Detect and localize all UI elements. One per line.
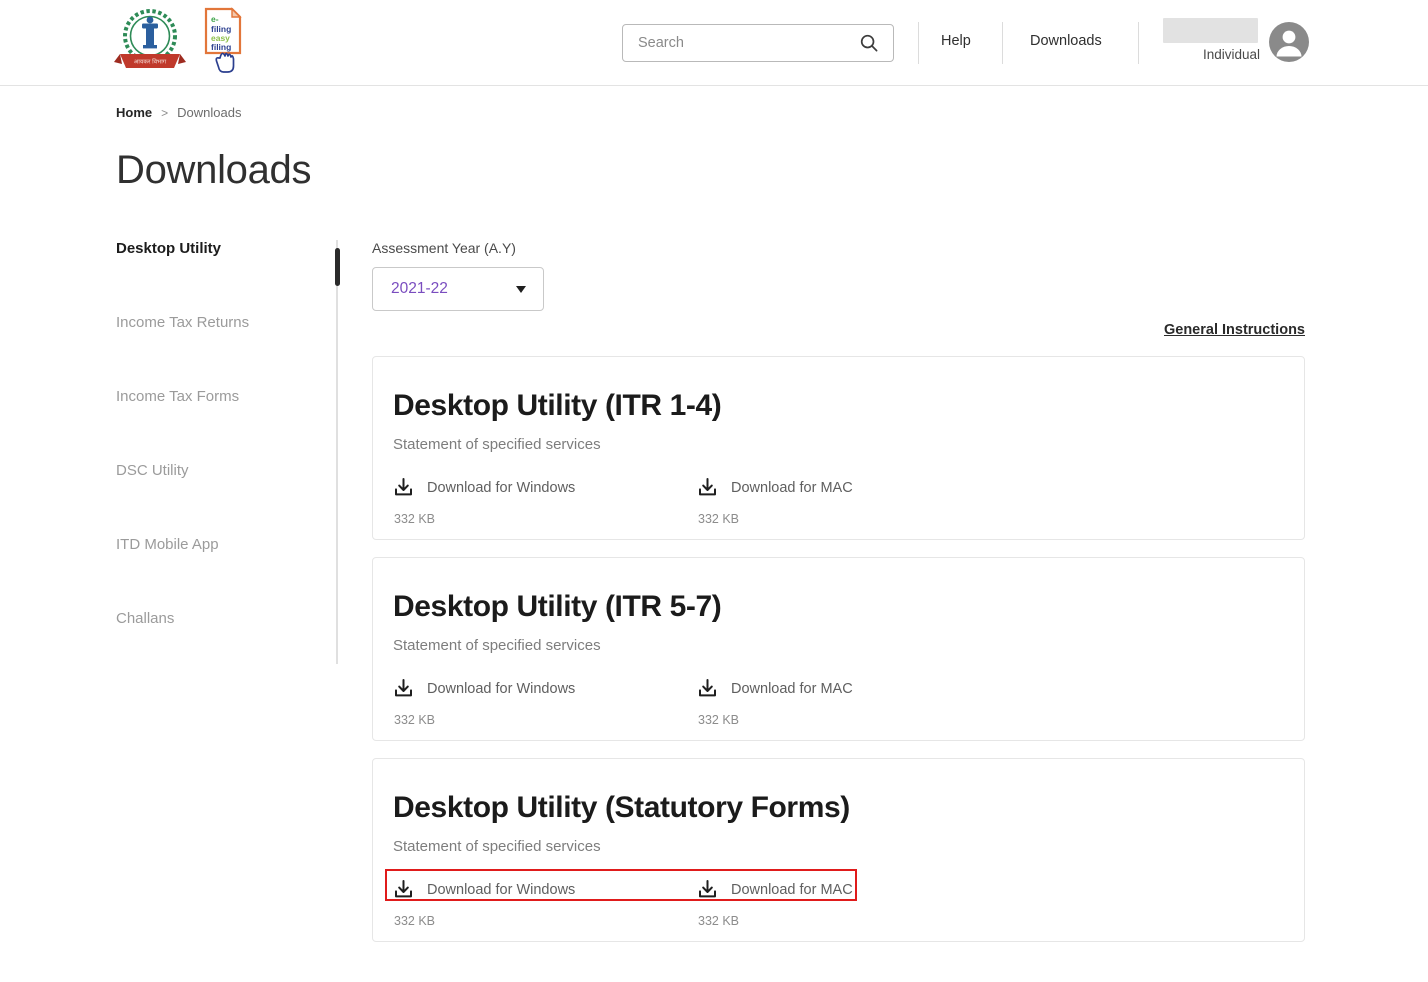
- header-divider-1: [918, 22, 919, 64]
- sidebar-item-desktop-utility[interactable]: Desktop Utility: [116, 240, 331, 314]
- assessment-year-value: 2021-22: [391, 280, 448, 298]
- download-windows-link[interactable]: Download for Windows: [393, 477, 697, 498]
- help-link[interactable]: Help: [941, 33, 971, 49]
- assessment-year-label: Assessment Year (A.Y): [372, 240, 1305, 256]
- sidebar-item-label: Income Tax Forms: [116, 388, 239, 405]
- download-windows-group: Download for Windows 332 KB: [393, 477, 697, 526]
- svg-text:e-: e-: [211, 14, 219, 24]
- download-icon: [393, 879, 414, 900]
- download-mac-label: Download for MAC: [731, 882, 853, 898]
- download-windows-label: Download for Windows: [427, 480, 575, 496]
- sidebar-item-label: Income Tax Returns: [116, 314, 249, 331]
- sidebar-item-label: Desktop Utility: [116, 240, 221, 257]
- download-mac-link[interactable]: Download for MAC: [697, 477, 1001, 498]
- download-mac-link[interactable]: Download for MAC: [697, 678, 1001, 699]
- download-mac-group: Download for MAC 332 KB: [697, 477, 1001, 526]
- download-mac-label: Download for MAC: [731, 681, 853, 697]
- logo-group: आयकर विभाग e- filing easy filing: [112, 6, 246, 76]
- header-divider-3: [1138, 22, 1139, 64]
- sidebar-item-itd-mobile-app[interactable]: ITD Mobile App: [116, 536, 331, 610]
- efiling-logo-icon: e- filing easy filing: [202, 6, 246, 76]
- download-mac-label: Download for MAC: [731, 480, 853, 496]
- general-instructions-row: General Instructions: [372, 321, 1305, 339]
- income-tax-department-emblem-icon: आयकर विभाग: [112, 6, 188, 76]
- download-icon: [393, 678, 414, 699]
- download-mac-group: Download for MAC 332 KB: [697, 879, 1001, 928]
- assessment-year-select[interactable]: 2021-22: [372, 267, 544, 311]
- general-instructions-link[interactable]: General Instructions: [1164, 322, 1305, 338]
- download-icon: [697, 678, 718, 699]
- card-subtitle: Statement of specified services: [393, 838, 1304, 855]
- download-windows-link[interactable]: Download for Windows: [393, 678, 697, 699]
- download-windows-size: 332 KB: [394, 914, 697, 928]
- card-subtitle: Statement of specified services: [393, 637, 1304, 654]
- sidebar-item-income-tax-returns[interactable]: Income Tax Returns: [116, 314, 331, 388]
- user-name-redacted: [1163, 18, 1258, 43]
- chevron-right-icon: >: [161, 106, 168, 120]
- download-row: Download for Windows 332 KB Download for…: [393, 477, 1304, 526]
- avatar-icon[interactable]: [1269, 22, 1309, 62]
- card-title: Desktop Utility (Statutory Forms): [393, 791, 1304, 825]
- sidebar-scroll-track: [336, 240, 338, 664]
- sidebar-item-income-tax-forms[interactable]: Income Tax Forms: [116, 388, 331, 462]
- sidebar-nav: Desktop Utility Income Tax Returns Incom…: [116, 240, 331, 684]
- card-subtitle: Statement of specified services: [393, 436, 1304, 453]
- download-mac-size: 332 KB: [698, 713, 1001, 727]
- download-windows-size: 332 KB: [394, 713, 697, 727]
- site-header: आयकर विभाग e- filing easy filing Help Do…: [0, 0, 1428, 86]
- download-windows-group: Download for Windows 332 KB: [393, 879, 697, 928]
- sidebar-item-label: DSC Utility: [116, 462, 189, 479]
- user-menu[interactable]: Individual: [1160, 14, 1310, 72]
- download-mac-size: 332 KB: [698, 512, 1001, 526]
- card-title: Desktop Utility (ITR 5-7): [393, 590, 1304, 624]
- download-mac-link[interactable]: Download for MAC: [697, 879, 1001, 900]
- download-mac-size: 332 KB: [698, 914, 1001, 928]
- downloads-link[interactable]: Downloads: [1030, 33, 1102, 49]
- sidebar-item-dsc-utility[interactable]: DSC Utility: [116, 462, 331, 536]
- page-title: Downloads: [116, 148, 311, 193]
- download-mac-group: Download for MAC 332 KB: [697, 678, 1001, 727]
- download-card: Desktop Utility (ITR 1-4) Statement of s…: [372, 356, 1305, 540]
- download-windows-label: Download for Windows: [427, 882, 575, 898]
- search-icon[interactable]: [859, 33, 879, 53]
- sidebar-item-label: Challans: [116, 610, 174, 627]
- downloads-content: Assessment Year (A.Y) 2021-22 General In…: [372, 240, 1305, 942]
- sidebar-item-label: ITD Mobile App: [116, 536, 219, 553]
- download-windows-size: 332 KB: [394, 512, 697, 526]
- download-icon: [697, 477, 718, 498]
- download-card: Desktop Utility (ITR 5-7) Statement of s…: [372, 557, 1305, 741]
- card-title: Desktop Utility (ITR 1-4): [393, 389, 1304, 423]
- chevron-down-icon[interactable]: [516, 286, 526, 293]
- download-windows-label: Download for Windows: [427, 681, 575, 697]
- download-row: Download for Windows 332 KB Download for…: [393, 879, 1304, 928]
- search-input[interactable]: [623, 25, 859, 61]
- download-icon: [697, 879, 718, 900]
- download-windows-group: Download for Windows 332 KB: [393, 678, 697, 727]
- svg-text:filing: filing: [211, 42, 231, 52]
- download-row: Download for Windows 332 KB Download for…: [393, 678, 1304, 727]
- header-divider-2: [1002, 22, 1003, 64]
- breadcrumb-home[interactable]: Home: [116, 105, 152, 120]
- breadcrumb-current: Downloads: [177, 105, 241, 120]
- download-card: Desktop Utility (Statutory Forms) Statem…: [372, 758, 1305, 942]
- user-type-label: Individual: [1160, 47, 1260, 62]
- download-icon: [393, 477, 414, 498]
- search-box[interactable]: [622, 24, 894, 62]
- breadcrumb: Home > Downloads: [116, 105, 241, 120]
- download-windows-link[interactable]: Download for Windows: [393, 879, 697, 900]
- svg-text:आयकर विभाग: आयकर विभाग: [134, 58, 167, 66]
- sidebar-item-challans[interactable]: Challans: [116, 610, 331, 684]
- sidebar-active-indicator[interactable]: [335, 248, 340, 286]
